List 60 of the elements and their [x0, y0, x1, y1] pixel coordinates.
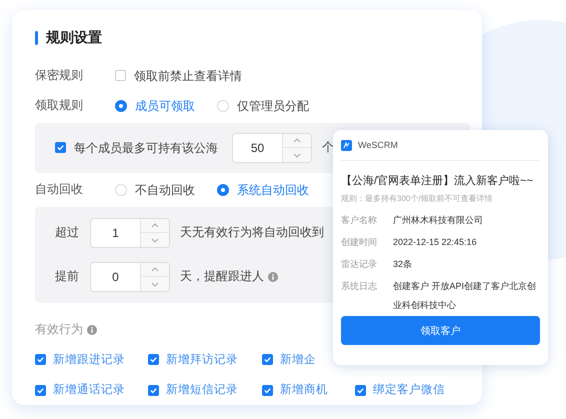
increment-button[interactable]: [141, 218, 169, 232]
checkbox-option[interactable]: 新增跟进记录: [35, 350, 125, 369]
checkmark-icon: [263, 355, 272, 364]
checkbox-option[interactable]: 新增短信记录: [148, 381, 238, 399]
chevron-up-icon: [293, 138, 301, 144]
checkbox-option[interactable]: 新增拜访记录: [148, 350, 238, 369]
field-label: 创建时间: [341, 236, 378, 249]
unit-text: 个: [322, 139, 334, 156]
field-value: 创建客户 开放API创建了客户北京创业科创科技中心: [393, 280, 538, 312]
chevron-down-icon: [151, 282, 159, 287]
claim-button[interactable]: 领取客户: [341, 316, 540, 345]
number-field[interactable]: 1: [90, 218, 170, 248]
checkbox-option[interactable]: 绑定客户微信: [355, 381, 445, 399]
section-title: 规则设置: [46, 29, 102, 48]
increment-button[interactable]: [283, 134, 311, 148]
hint-text: 天，提醒跟进人: [180, 268, 264, 286]
hint-text: 天无有效行为将自动回收到: [180, 224, 324, 242]
field-value: 2022-12-15 22:45:16: [393, 236, 478, 249]
decrement-button[interactable]: [283, 147, 311, 162]
checkmark-icon: [36, 355, 45, 364]
chevron-down-icon: [293, 152, 301, 158]
checkmark-icon: [149, 386, 158, 394]
checkmark-icon: [356, 386, 365, 394]
app-name: WeSCRM: [358, 140, 398, 150]
checkmark-icon: [149, 355, 158, 364]
radio-option[interactable]: 系统自动回收: [217, 180, 309, 199]
chevron-up-icon: [151, 267, 159, 272]
radio-option[interactable]: 仅管理员分配: [217, 96, 309, 115]
checkbox-option[interactable]: 新增商机: [262, 381, 328, 399]
number-field[interactable]: 0: [90, 262, 170, 292]
increment-button[interactable]: [141, 262, 169, 276]
field-label: 领取规则: [35, 97, 84, 114]
rule-text: 规则：最多持有300个/领取前不可查看详情: [341, 193, 494, 204]
field-label: 提前: [55, 268, 80, 286]
field-value: 广州林木科技有限公司: [393, 214, 484, 227]
logo-icon: [341, 140, 352, 150]
field-label: 保密规则: [35, 67, 84, 84]
checkbox-option[interactable]: 新增通话记录: [35, 381, 125, 399]
number-field[interactable]: 50: [232, 132, 312, 163]
accent-bar: [35, 31, 38, 46]
field-label: 系统日志: [341, 280, 378, 293]
decrement-button[interactable]: [141, 232, 169, 247]
radio-option[interactable]: 成员可领取: [115, 96, 195, 115]
field-label: 超过: [55, 224, 80, 242]
field-label: 雷达记录: [341, 258, 378, 271]
decrement-button[interactable]: [141, 276, 169, 291]
radio-option[interactable]: 不自动回收: [115, 180, 195, 199]
checkbox-option[interactable]: 每个成员最多可持有该公海: [55, 138, 218, 157]
field-label: 客户名称: [341, 214, 378, 227]
field-label: 有效行为: [35, 321, 83, 338]
checkbox-option[interactable]: 领取前禁止查看详情: [115, 66, 242, 85]
checkbox-option[interactable]: 新增企: [262, 350, 316, 369]
checkmark-icon: [36, 386, 45, 394]
notification-title: 【公海/官网表单注册】流入新客户啦~~: [341, 174, 534, 188]
field-label: 自动回收: [35, 181, 84, 198]
chevron-down-icon: [151, 238, 159, 243]
chevron-up-icon: [151, 223, 159, 228]
checkmark-icon: [263, 386, 272, 394]
field-value: 32条: [393, 258, 414, 271]
checkmark-icon: [56, 143, 65, 152]
